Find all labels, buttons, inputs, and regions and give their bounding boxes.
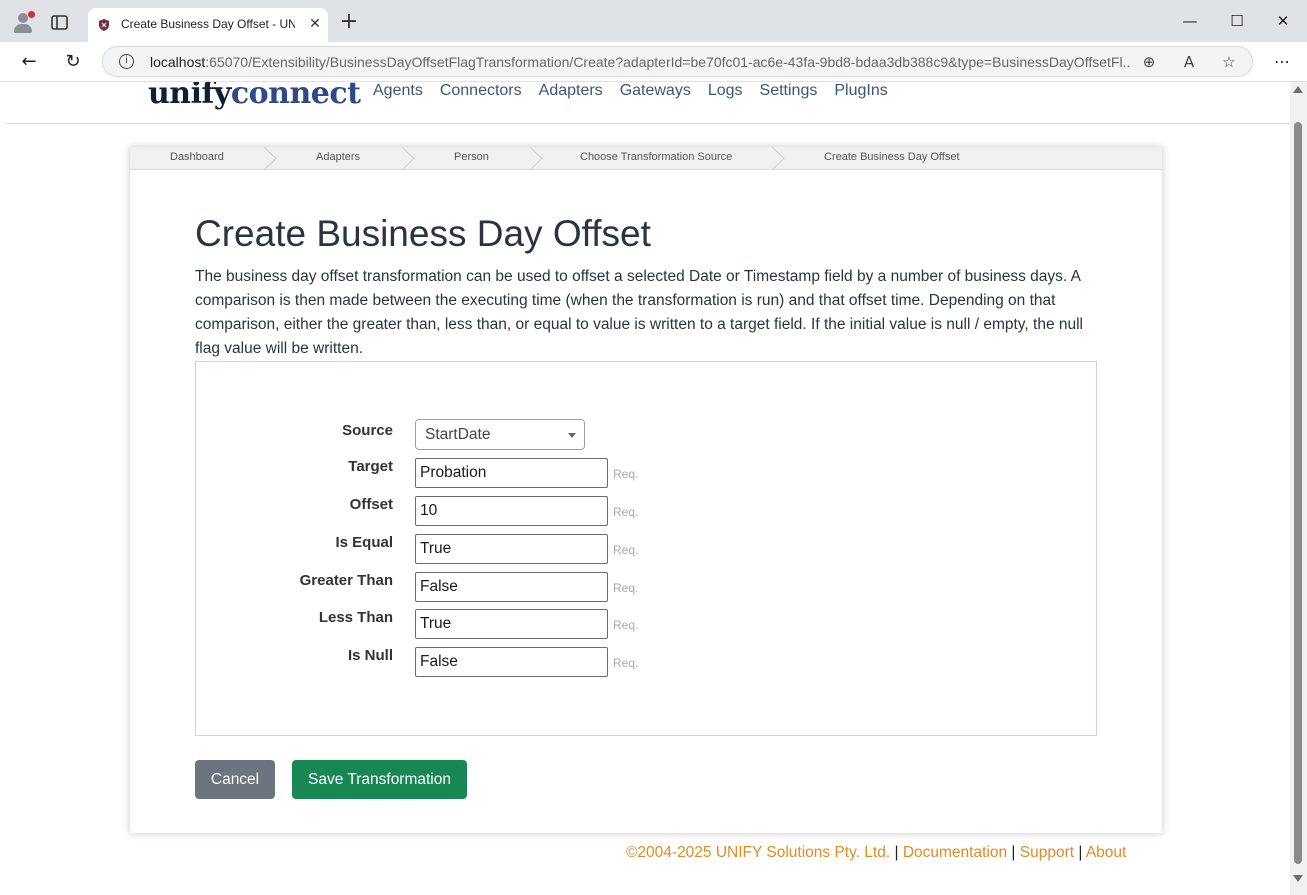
save-transformation-button[interactable]: Save Transformation xyxy=(292,760,467,799)
app-navbar: unifyconnect Agents Connectors Adapters … xyxy=(5,82,1290,124)
footer-about-link[interactable]: About xyxy=(1086,844,1127,861)
page-scrollbar[interactable] xyxy=(1290,82,1307,895)
page-title: Create Business Day Offset xyxy=(195,213,651,254)
content-card: Dashboard Adapters Person Choose Transfo… xyxy=(130,147,1162,833)
nav-settings[interactable]: Settings xyxy=(760,82,818,102)
breadcrumb-choose-source[interactable]: Choose Transformation Source xyxy=(580,151,732,163)
offset-label: Offset xyxy=(349,496,393,513)
form-row-is-equal: Is Equal True Req. xyxy=(196,534,1096,564)
required-hint: Req. xyxy=(613,581,639,595)
profile-icon[interactable] xyxy=(12,11,35,33)
footer-support-link[interactable]: Support xyxy=(1020,844,1074,861)
scroll-down-icon[interactable] xyxy=(1293,875,1303,882)
scrollbar-thumb[interactable] xyxy=(1294,122,1302,864)
form-row-less-than: Less Than True Req. xyxy=(196,609,1096,639)
url-text[interactable]: localhost:65070/Extensibility/BusinessDa… xyxy=(150,54,1130,70)
form-row-is-null: Is Null False Req. xyxy=(196,647,1096,677)
nav-plugins[interactable]: PlugIns xyxy=(834,82,887,102)
breadcrumb-adapters[interactable]: Adapters xyxy=(316,151,360,163)
footer-copyright[interactable]: ©2004-2025 UNIFY Solutions Pty. Ltd. xyxy=(626,844,890,861)
source-selected-value: StartDate xyxy=(425,426,491,443)
tab-actions-icon[interactable] xyxy=(50,14,70,32)
greater-than-input[interactable]: False xyxy=(415,572,608,602)
is-equal-input[interactable]: True xyxy=(415,534,608,564)
required-hint: Req. xyxy=(613,618,639,632)
required-hint: Req. xyxy=(613,656,639,670)
breadcrumb-person[interactable]: Person xyxy=(454,151,489,163)
scroll-up-icon[interactable] xyxy=(1293,86,1303,93)
tab-title: Create Business Day Offset - UNIFY xyxy=(121,17,295,31)
source-label: Source xyxy=(342,422,393,439)
breadcrumb-separator-icon xyxy=(402,147,415,170)
breadcrumb-separator-icon xyxy=(530,147,543,170)
breadcrumb: Dashboard Adapters Person Choose Transfo… xyxy=(130,147,1162,170)
chevron-down-icon xyxy=(568,433,576,438)
target-input[interactable]: Probation xyxy=(415,458,608,488)
transformation-form: Source StartDate Target Probation Req. O… xyxy=(195,361,1097,736)
reload-icon[interactable]: ↻ xyxy=(61,50,85,74)
is-equal-label: Is Equal xyxy=(335,534,393,551)
form-row-greater-than: Greater Than False Req. xyxy=(196,572,1096,602)
form-row-source: Source StartDate xyxy=(196,419,1096,450)
target-label: Target xyxy=(348,458,393,475)
tab-close-icon[interactable]: ✕ xyxy=(307,16,323,32)
breadcrumb-separator-icon xyxy=(772,147,785,170)
required-hint: Req. xyxy=(613,467,639,481)
read-aloud-icon[interactable]: A xyxy=(1179,52,1199,72)
footer-separator: | xyxy=(1011,844,1016,861)
nav-gateways[interactable]: Gateways xyxy=(620,82,691,102)
form-row-target: Target Probation Req. xyxy=(196,458,1096,488)
nav-agents[interactable]: Agents xyxy=(373,82,423,102)
is-null-input[interactable]: False xyxy=(415,647,608,677)
nav-adapters[interactable]: Adapters xyxy=(539,82,603,102)
offset-input[interactable]: 10 xyxy=(415,496,608,526)
browser-toolbar: ← ↻ i localhost:65070/Extensibility/Busi… xyxy=(0,42,1307,82)
page-viewport: unifyconnect Agents Connectors Adapters … xyxy=(0,82,1290,895)
browser-tab-active[interactable]: Create Business Day Offset - UNIFY ✕ xyxy=(88,8,328,42)
source-select[interactable]: StartDate xyxy=(415,419,585,450)
required-hint: Req. xyxy=(613,543,639,557)
site-info-icon[interactable]: i xyxy=(119,54,134,69)
browser-titlebar: Create Business Day Offset - UNIFY ✕ + —… xyxy=(0,0,1307,42)
new-tab-icon[interactable]: + xyxy=(339,11,359,33)
site-favicon-icon xyxy=(97,17,111,31)
browser-menu-icon[interactable]: ⋯ xyxy=(1272,50,1292,74)
required-hint: Req. xyxy=(613,505,639,519)
minimize-icon[interactable]: — xyxy=(1179,10,1201,32)
footer-separator: | xyxy=(894,844,899,861)
brand-logo[interactable]: unifyconnect xyxy=(148,82,361,112)
nav-links: Agents Connectors Adapters Gateways Logs… xyxy=(373,82,905,102)
page-footer: ©2004-2025 UNIFY Solutions Pty. Ltd. | D… xyxy=(626,844,1126,862)
is-null-label: Is Null xyxy=(347,647,393,664)
breadcrumb-current: Create Business Day Offset xyxy=(824,151,960,163)
footer-documentation-link[interactable]: Documentation xyxy=(903,844,1007,861)
less-than-input[interactable]: True xyxy=(415,609,608,639)
cancel-button[interactable]: Cancel xyxy=(195,760,275,799)
nav-logs[interactable]: Logs xyxy=(708,82,743,102)
favorite-star-icon[interactable]: ☆ xyxy=(1219,52,1239,72)
back-icon[interactable]: ← xyxy=(17,50,41,74)
nav-connectors[interactable]: Connectors xyxy=(440,82,522,102)
close-window-icon[interactable]: ✕ xyxy=(1272,10,1294,32)
greater-than-label: Greater Than xyxy=(299,572,393,589)
address-bar[interactable]: i localhost:65070/Extensibility/Business… xyxy=(102,46,1253,77)
page-description: The business day offset transformation c… xyxy=(195,268,1083,357)
less-than-label: Less Than xyxy=(318,609,393,626)
zoom-icon[interactable]: ⊕ xyxy=(1139,52,1159,72)
footer-separator: | xyxy=(1078,844,1083,861)
form-row-offset: Offset 10 Req. xyxy=(196,496,1096,526)
breadcrumb-separator-icon xyxy=(264,147,277,170)
maximize-icon[interactable]: ☐ xyxy=(1226,10,1248,32)
breadcrumb-dashboard[interactable]: Dashboard xyxy=(170,151,224,163)
